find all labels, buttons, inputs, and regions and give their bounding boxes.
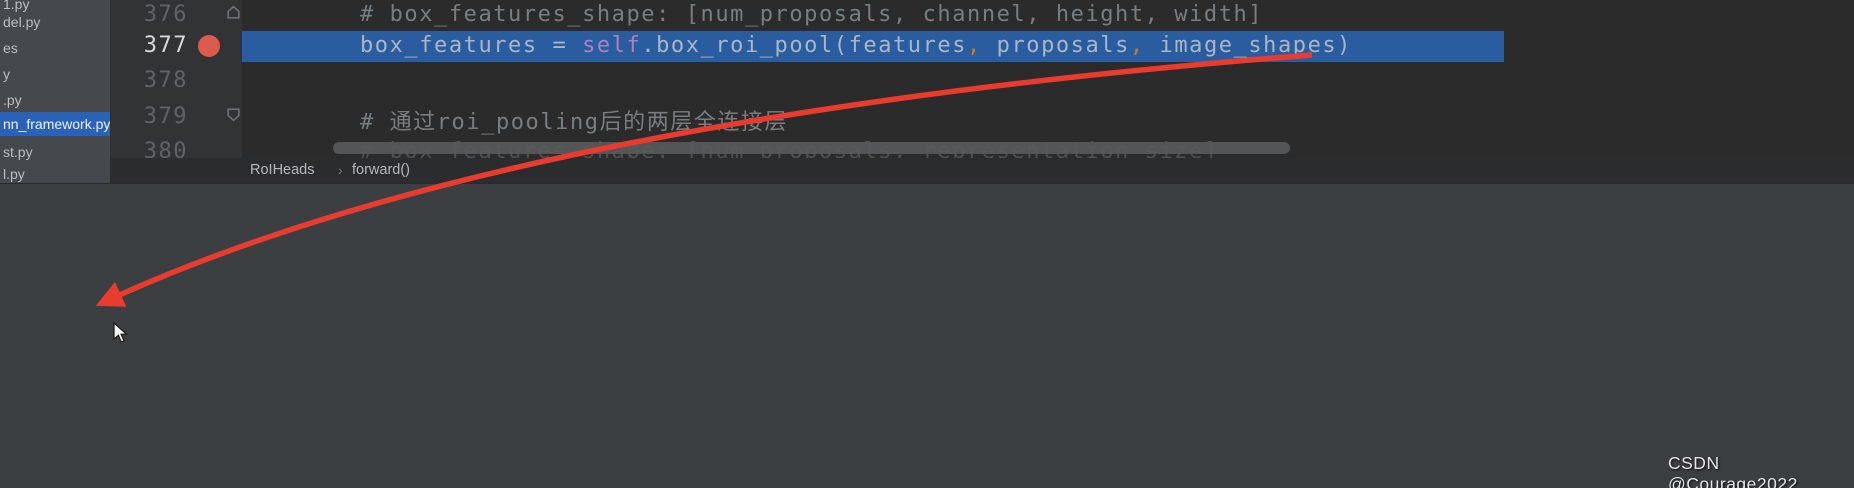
- horizontal-scrollbar-thumb[interactable]: [333, 142, 1290, 154]
- tree-item-del-py[interactable]: del.py: [0, 10, 110, 34]
- watermark: CSDN @Courage2022: [1668, 453, 1798, 488]
- breakpoint-icon[interactable]: [198, 35, 220, 57]
- ide-debug-screenshot: 1.py del.py es y .py nn_framework.py st.py l.py…: [0, 0, 1854, 488]
- code-token: self: [582, 33, 642, 58]
- line-number-379[interactable]: 379: [110, 104, 188, 129]
- project-tree-panel: 1.py del.py es y .py nn_framework.py st.py l.py: [0, 0, 111, 183]
- tree-item-st-py[interactable]: st.py: [0, 140, 110, 164]
- code-token: .box_roi_pool(features: [641, 33, 968, 58]
- tree-item-es[interactable]: es: [0, 36, 110, 60]
- breadcrumb-class[interactable]: RoIHeads: [250, 162, 314, 178]
- debug-tool-window: [0, 183, 1854, 488]
- breadcrumb-separator: ›: [338, 162, 343, 178]
- tree-item--py[interactable]: .py: [0, 88, 110, 112]
- code-token: ,: [967, 33, 982, 58]
- mouse-cursor: [113, 322, 129, 343]
- code-token: proposals: [981, 33, 1130, 58]
- code-line-379: # 通过roi_pooling后的两层全连接层: [360, 104, 788, 136]
- tree-item-nn-framework-py[interactable]: nn_framework.py: [0, 112, 110, 136]
- code-line-376: # box_features_shape: [num_proposals, ch…: [360, 2, 1263, 27]
- code-token: # box_features_shape: [num_proposals, ch…: [360, 2, 1264, 27]
- line-number-378[interactable]: 378: [110, 68, 188, 93]
- code-token: box_features =: [360, 33, 583, 58]
- code-token: # 通过roi_pooling后的两层全连接层: [360, 110, 789, 135]
- line-number-376[interactable]: 376: [110, 2, 188, 27]
- fold-marker-icon[interactable]: [226, 5, 241, 20]
- breadcrumb-method[interactable]: forward(): [352, 162, 410, 178]
- fold-marker-icon[interactable]: [226, 107, 241, 122]
- code-token: image_shapes): [1144, 33, 1352, 58]
- line-number-377[interactable]: 377: [110, 33, 188, 58]
- tree-item-l-py[interactable]: l.py: [0, 162, 110, 183]
- code-token: ,: [1129, 33, 1145, 58]
- code-line-377: box_features = self.box_roi_pool(feature…: [360, 33, 1352, 58]
- tree-item-y[interactable]: y: [0, 62, 110, 86]
- breadcrumb: RoIHeads › forward(): [110, 158, 1854, 183]
